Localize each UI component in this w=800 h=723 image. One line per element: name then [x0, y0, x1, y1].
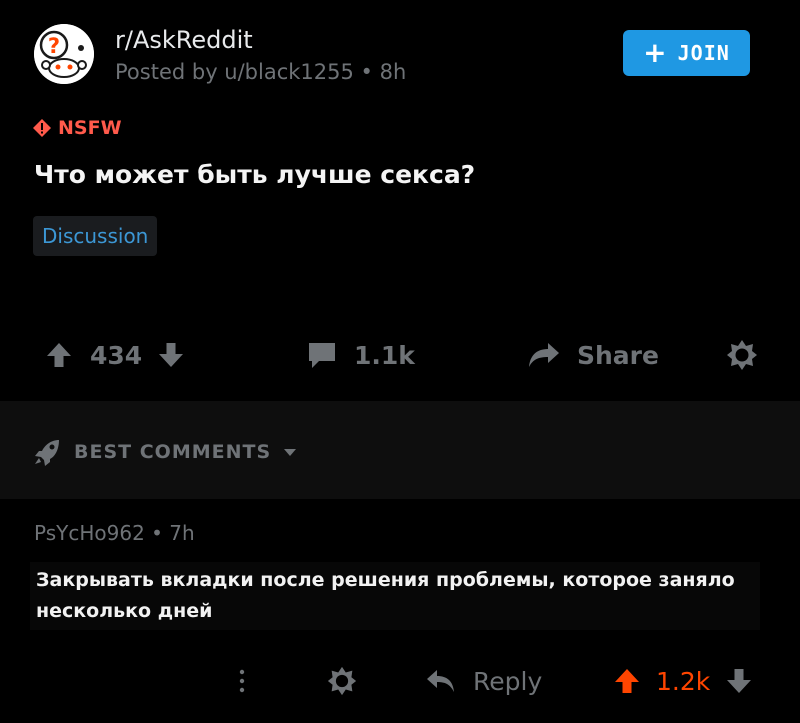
award-icon [727, 340, 757, 370]
nsfw-diamond-icon [33, 119, 51, 137]
vote-group: 434 [44, 330, 186, 380]
reply-arrow-icon [427, 670, 454, 692]
share-button[interactable]: Share [527, 330, 659, 380]
reply-button[interactable]: Reply [425, 659, 542, 703]
comment-action-bar: Reply 1.2k [0, 659, 800, 703]
join-label: JOIN [677, 41, 730, 65]
comments-sort-bar: BEST COMMENTS [0, 401, 800, 499]
reply-label: Reply [473, 666, 543, 696]
post-flair[interactable]: Discussion [33, 216, 158, 256]
chevron-down-icon [284, 449, 297, 456]
post-card: ? r/AskReddit Posted by u/black1255 • 8h… [0, 0, 800, 400]
comment-count: 1.1k [354, 340, 415, 370]
join-button[interactable]: + JOIN [623, 30, 750, 76]
comment-vote-count: 1.2k [656, 666, 711, 696]
comment-award-button[interactable] [326, 659, 358, 703]
nsfw-tag: NSFW [32, 117, 122, 139]
comment: PsYcHo962 • 7h Закрывать вкладки после р… [0, 499, 800, 723]
post-title[interactable]: Что может быть лучше секса? [34, 160, 475, 189]
more-options-icon [239, 669, 245, 693]
share-label: Share [577, 340, 659, 370]
award-icon [327, 666, 357, 696]
downvote-icon[interactable] [156, 340, 186, 370]
comments-button[interactable]: 1.1k [306, 330, 415, 380]
rocket-icon [35, 440, 59, 466]
plus-icon: + [643, 36, 668, 69]
downvote-icon[interactable] [724, 666, 754, 696]
upvote-icon[interactable] [612, 666, 642, 696]
more-options-button[interactable] [236, 659, 248, 703]
comment-bubble-icon [309, 343, 335, 368]
post-action-bar: 434 1.1k Share [0, 330, 800, 380]
nsfw-label: NSFW [58, 117, 122, 139]
comment-vote-group: 1.2k [612, 659, 754, 703]
award-button[interactable] [725, 330, 759, 380]
comment-author-meta[interactable]: PsYcHo962 • 7h [34, 521, 195, 545]
upvote-icon[interactable] [44, 340, 74, 370]
subreddit-avatar-icon[interactable]: ? [34, 24, 94, 84]
sort-label: BEST COMMENTS [74, 441, 272, 463]
subreddit-name[interactable]: r/AskReddit [115, 26, 253, 54]
post-author-meta[interactable]: Posted by u/black1255 • 8h [115, 60, 406, 84]
share-arrow-icon [529, 343, 559, 367]
sort-dropdown[interactable]: BEST COMMENTS [32, 437, 299, 467]
comment-body: Закрывать вкладки после решения проблемы… [30, 562, 760, 630]
svg-text:?: ? [48, 34, 60, 58]
post-vote-count: 434 [90, 340, 143, 370]
